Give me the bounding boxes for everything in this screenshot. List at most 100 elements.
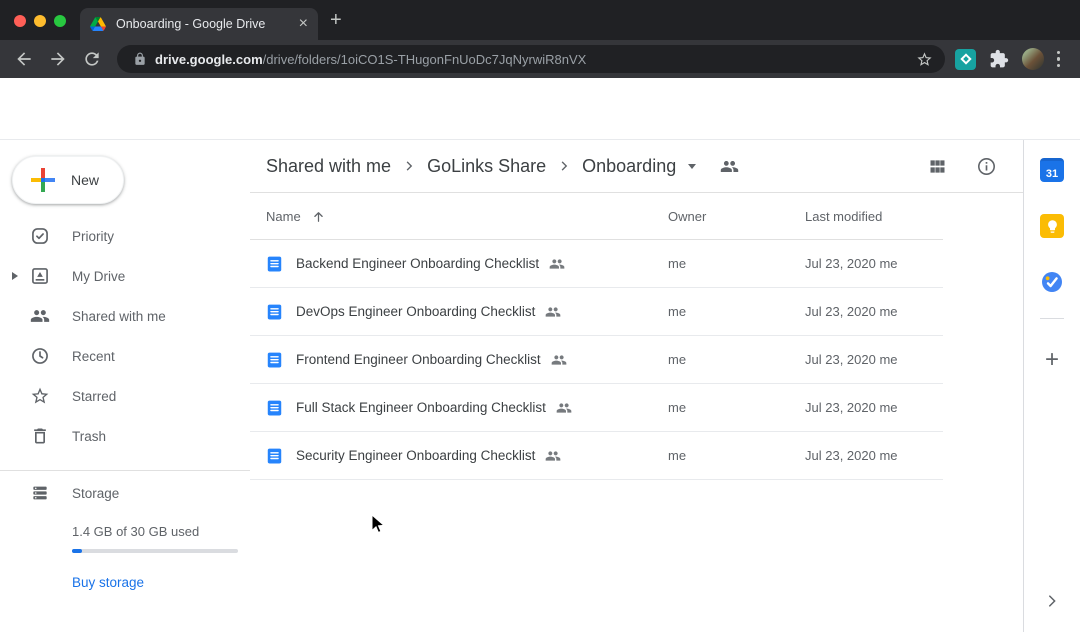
panel-divider xyxy=(1040,318,1064,319)
new-button[interactable]: New xyxy=(12,156,124,204)
file-modified: Jul 23, 2020 me xyxy=(805,304,943,319)
breadcrumb-golinks-share[interactable]: GoLinks Share xyxy=(427,156,546,177)
file-list-header: Name Owner Last modified xyxy=(250,193,943,240)
sidebar-item-label: Priority xyxy=(72,229,114,244)
sidebar-nav: Priority My Drive Shared with me Recen xyxy=(0,216,250,456)
breadcrumb: Shared with me GoLinks Share Onboarding xyxy=(250,140,1023,193)
file-row[interactable]: Frontend Engineer Onboarding Checklist m… xyxy=(250,336,943,384)
file-owner: me xyxy=(668,400,805,415)
sidebar-item-priority[interactable]: Priority xyxy=(0,216,250,256)
storage-section: Storage 1.4 GB of 30 GB used Buy storage xyxy=(0,470,250,590)
browser-tab-strip: Onboarding - Google Drive × + xyxy=(0,0,1080,40)
address-bar[interactable]: drive.google.com /drive/folders/1oiCO1S-… xyxy=(117,45,945,73)
star-icon xyxy=(30,386,50,406)
file-row[interactable]: Security Engineer Onboarding Checklist m… xyxy=(250,432,943,480)
file-modified: Jul 23, 2020 me xyxy=(805,448,943,463)
file-row[interactable]: Full Stack Engineer Onboarding Checklist… xyxy=(250,384,943,432)
tasks-icon[interactable] xyxy=(1040,270,1064,294)
browser-menu-icon[interactable] xyxy=(1057,51,1060,67)
file-name: Backend Engineer Onboarding Checklist xyxy=(296,256,539,271)
tab-close-icon[interactable]: × xyxy=(299,16,308,32)
docs-file-icon xyxy=(266,350,283,370)
shared-people-icon xyxy=(545,448,561,464)
docs-file-icon xyxy=(266,446,283,466)
golinks-extension-icon[interactable] xyxy=(955,49,976,70)
sidebar-item-storage[interactable]: Storage xyxy=(0,470,250,516)
sidebar-item-label: Trash xyxy=(72,429,106,444)
file-name: DevOps Engineer Onboarding Checklist xyxy=(296,304,535,319)
sidebar-item-starred[interactable]: Starred xyxy=(0,376,250,416)
back-icon[interactable] xyxy=(14,49,34,69)
lock-icon xyxy=(133,52,147,66)
bookmark-star-icon[interactable] xyxy=(916,51,933,68)
folder-shared-icon xyxy=(720,157,739,176)
drive-header: Drive ? G Suite xyxy=(0,78,1080,140)
browser-profile-avatar[interactable] xyxy=(1022,48,1044,70)
sidebar-item-label: Shared with me xyxy=(72,309,166,324)
grid-view-icon[interactable] xyxy=(927,156,948,177)
reload-icon[interactable] xyxy=(82,49,102,69)
file-modified: Jul 23, 2020 me xyxy=(805,352,943,367)
file-owner: me xyxy=(668,304,805,319)
my-drive-icon xyxy=(30,266,50,286)
chevron-right-icon xyxy=(555,157,573,175)
shared-people-icon xyxy=(551,352,567,368)
window-zoom-button[interactable] xyxy=(54,15,66,27)
forward-icon[interactable] xyxy=(48,49,68,69)
sidebar-item-label: Starred xyxy=(72,389,116,404)
get-addons-icon[interactable]: + xyxy=(1045,348,1059,372)
browser-tab[interactable]: Onboarding - Google Drive × xyxy=(80,8,318,40)
keep-icon[interactable] xyxy=(1040,214,1064,238)
window-minimize-button[interactable] xyxy=(34,15,46,27)
column-owner[interactable]: Owner xyxy=(668,209,805,224)
sidebar: New Priority My Drive Shared with xyxy=(0,140,250,632)
new-tab-button[interactable]: + xyxy=(330,10,342,30)
tab-title: Onboarding - Google Drive xyxy=(116,17,291,31)
folder-menu-caret-icon[interactable] xyxy=(688,164,696,169)
mouse-cursor xyxy=(370,514,387,536)
file-row[interactable]: DevOps Engineer Onboarding Checklist me … xyxy=(250,288,943,336)
sidebar-item-label: Recent xyxy=(72,349,115,364)
people-icon xyxy=(30,306,50,326)
sidebar-item-shared-with-me[interactable]: Shared with me xyxy=(0,296,250,336)
storage-progress-bar xyxy=(72,549,238,553)
storage-label: Storage xyxy=(72,486,119,501)
priority-icon xyxy=(30,226,50,246)
sidebar-item-my-drive[interactable]: My Drive xyxy=(0,256,250,296)
main-content: Shared with me GoLinks Share Onboarding xyxy=(250,140,1023,632)
file-modified: Jul 23, 2020 me xyxy=(805,400,943,415)
trash-icon xyxy=(30,426,50,446)
shared-people-icon xyxy=(556,400,572,416)
side-panel: 31 + xyxy=(1023,140,1080,632)
extensions-puzzle-icon[interactable] xyxy=(989,49,1009,69)
file-modified: Jul 23, 2020 me xyxy=(805,256,943,271)
file-name: Security Engineer Onboarding Checklist xyxy=(296,448,535,463)
info-icon[interactable] xyxy=(976,156,997,177)
window-controls xyxy=(14,15,66,27)
calendar-icon[interactable]: 31 xyxy=(1040,158,1064,182)
file-owner: me xyxy=(668,352,805,367)
buy-storage-link[interactable]: Buy storage xyxy=(72,575,250,590)
drive-favicon-icon xyxy=(90,17,106,31)
file-name: Full Stack Engineer Onboarding Checklist xyxy=(296,400,546,415)
column-last-modified[interactable]: Last modified xyxy=(805,209,943,224)
google-plus-icon xyxy=(27,164,59,196)
file-row[interactable]: Backend Engineer Onboarding Checklist me… xyxy=(250,240,943,288)
url-path: /drive/folders/1oiCO1S-THugonFnUoDc7JqNy… xyxy=(263,52,908,67)
file-owner: me xyxy=(668,448,805,463)
url-domain: drive.google.com xyxy=(155,52,263,67)
sidebar-item-trash[interactable]: Trash xyxy=(0,416,250,456)
breadcrumb-shared-with-me[interactable]: Shared with me xyxy=(266,156,391,177)
window-close-button[interactable] xyxy=(14,15,26,27)
docs-file-icon xyxy=(266,254,283,274)
sidebar-item-recent[interactable]: Recent xyxy=(0,336,250,376)
column-name[interactable]: Name xyxy=(266,209,301,224)
docs-file-icon xyxy=(266,398,283,418)
sidebar-item-label: My Drive xyxy=(72,269,125,284)
browser-toolbar: drive.google.com /drive/folders/1oiCO1S-… xyxy=(0,40,1080,78)
collapse-panel-icon[interactable] xyxy=(1043,592,1061,610)
clock-icon xyxy=(30,346,50,366)
expand-arrow-icon[interactable] xyxy=(12,272,18,280)
breadcrumb-onboarding[interactable]: Onboarding xyxy=(582,156,676,177)
sort-ascending-icon[interactable] xyxy=(311,209,326,224)
